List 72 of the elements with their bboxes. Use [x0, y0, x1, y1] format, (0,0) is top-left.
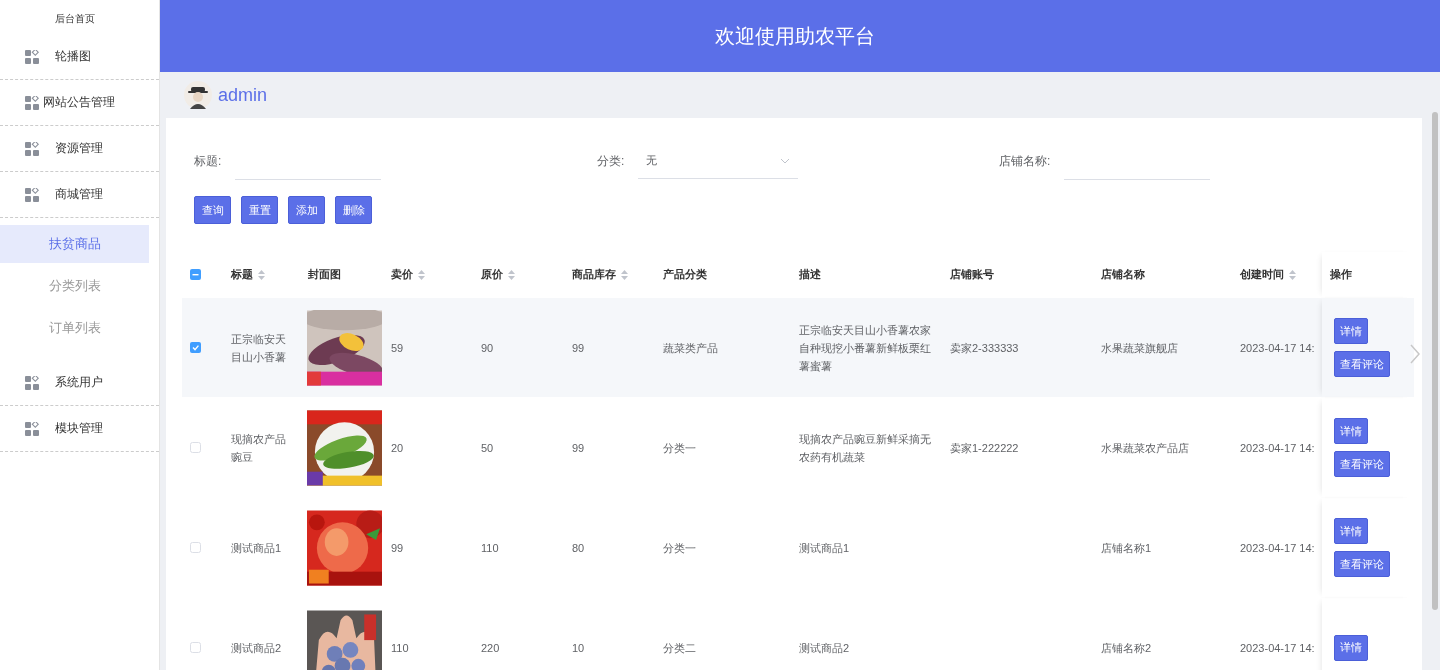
column-header: 店铺账号	[950, 267, 994, 282]
table-cell-text: 分类一	[663, 540, 696, 556]
user-name[interactable]: admin	[218, 84, 268, 106]
column-header: 描述	[799, 267, 821, 282]
table-cell-text: 测试商品2	[799, 640, 850, 656]
table-cell-text: 水果蔬菜农产品店	[1101, 440, 1189, 456]
table-cell-text: 正宗临安天目山小香薯农家自种现挖小番薯新鲜板栗红薯蜜薯	[799, 322, 932, 374]
field-label: 店铺名称:	[999, 152, 1051, 170]
row-action-button[interactable]: 详情	[1334, 634, 1368, 661]
table-cell-text: 59	[391, 340, 404, 356]
action-button[interactable]: 查询	[194, 196, 231, 224]
table-cell-text: 110	[391, 640, 409, 656]
table-cell-text: 2023-04-17 14:	[1240, 540, 1315, 556]
menu-item[interactable]: 模块管理	[0, 406, 159, 452]
column-header[interactable]: 创建时间	[1240, 267, 1296, 282]
field-label: 标题:	[194, 152, 222, 170]
table-cell-text: 卖家1-222222	[950, 440, 1019, 456]
column-header[interactable]: 卖价	[391, 267, 425, 282]
column-header[interactable]: 商品库存	[572, 267, 628, 282]
table-cell-text: 测试商品1	[799, 540, 850, 556]
table-cell-text: 50	[481, 440, 494, 456]
table-cell-text: 220	[481, 640, 500, 656]
menu-item[interactable]: 资源管理	[0, 126, 159, 172]
column-header[interactable]: 标题	[231, 267, 265, 282]
table-cell-text: 店铺名称2	[1101, 640, 1152, 656]
select-field[interactable]: 无	[638, 143, 799, 179]
row-action-button[interactable]: 查看评论	[1334, 551, 1390, 577]
table-cell-text: 99	[572, 440, 585, 456]
table-cell-text: 店铺名称1	[1101, 540, 1152, 556]
table-cell-text: 10	[572, 640, 585, 656]
table-cell-text: 99	[391, 540, 404, 556]
table-cell-text: 分类二	[663, 640, 696, 656]
table-cell-text: 80	[572, 540, 585, 556]
table-cell-text: 2023-04-17 14:	[1240, 340, 1315, 356]
column-header[interactable]: 原价	[481, 267, 515, 282]
table-cell-text: 卖家2-333333	[950, 340, 1019, 356]
action-button[interactable]: 重置	[241, 196, 278, 224]
menu-item[interactable]: 轮播图	[0, 34, 159, 80]
table-cell-text: 现摘农产品豌豆新鲜采摘无农药有机蔬菜	[799, 431, 932, 465]
submenu-item[interactable]: 扶贫商品	[0, 225, 149, 263]
row-action-button[interactable]: 详情	[1334, 518, 1368, 544]
table-cell-text: 现摘农产品豌豆	[231, 431, 287, 465]
home-link[interactable]: 后台首页	[0, 0, 159, 34]
field-label: 分类:	[597, 152, 625, 170]
table-cell-text: 2023-04-17 14:	[1240, 440, 1315, 456]
row-action-button[interactable]: 查看评论	[1334, 451, 1390, 477]
action-button[interactable]: 删除	[335, 196, 372, 224]
row-action-button[interactable]: 查看评论	[1334, 351, 1390, 377]
column-header: 封面图	[308, 267, 341, 282]
table-cell-text: 110	[481, 540, 499, 556]
menu-item[interactable]: 商城管理	[0, 172, 159, 218]
table-cell-text: 测试商品1	[231, 540, 282, 556]
table-cell-text: 水果蔬菜旗舰店	[1101, 340, 1178, 356]
table-cell-text: 分类一	[663, 440, 696, 456]
row-action-button[interactable]: 详情	[1334, 418, 1368, 444]
table-cell-text: 蔬菜类产品	[663, 340, 718, 356]
submenu-item[interactable]: 订单列表	[0, 309, 149, 347]
column-header: 产品分类	[663, 267, 707, 282]
table-cell-text: 测试商品2	[231, 640, 282, 656]
column-header: 店铺名称	[1101, 267, 1145, 282]
column-header: 操作	[1330, 267, 1352, 282]
table-cell-text: 20	[391, 440, 404, 456]
table-cell-text: 99	[572, 340, 585, 356]
action-button[interactable]: 添加	[288, 196, 325, 224]
menu-item[interactable]: 网站公告管理	[0, 80, 159, 126]
submenu-item[interactable]: 分类列表	[0, 267, 149, 305]
table-cell-text: 正宗临安天目山小香薯	[231, 331, 287, 365]
table-cell-text: 90	[481, 340, 494, 356]
table-cell-text: 2023-04-17 14:	[1240, 640, 1315, 656]
row-action-button[interactable]: 详情	[1334, 318, 1368, 344]
page-title: 欢迎使用助农平台	[715, 23, 875, 49]
menu-item[interactable]: 系统用户	[0, 360, 159, 406]
